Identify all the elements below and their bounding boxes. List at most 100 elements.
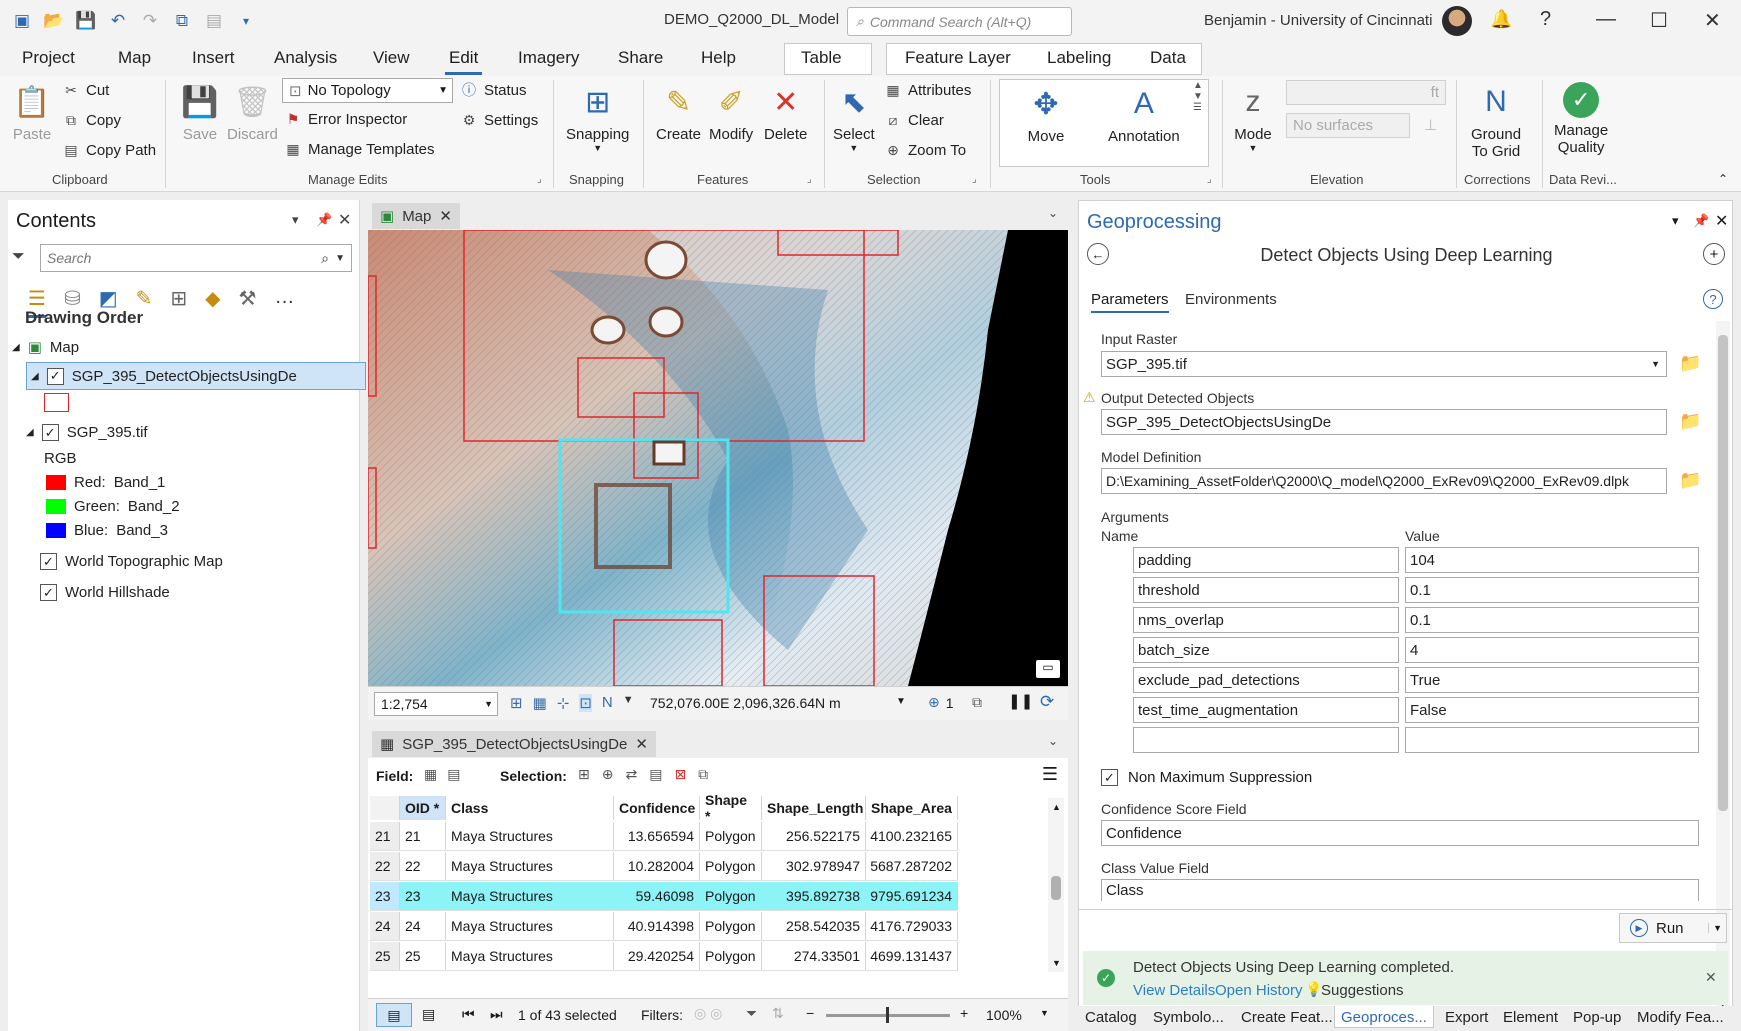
tab-popup[interactable]: Pop-up	[1573, 1009, 1621, 1026]
tree-layer-raster[interactable]: ◢ ✓ SGP_395.tif	[26, 424, 148, 441]
map-tab[interactable]: ▣ Map ✕	[372, 203, 460, 229]
contents-search-input[interactable]: Search ⌕ ▼	[40, 244, 352, 272]
tab-view[interactable]: View	[373, 48, 410, 68]
arg-value[interactable]: False	[1405, 697, 1699, 723]
close-icon[interactable]: ✕	[439, 207, 452, 225]
perspective-view-icon[interactable]: ⚒	[239, 286, 257, 318]
nms-checkbox[interactable]: ✓	[1101, 769, 1118, 786]
undo-icon[interactable]: ↶	[104, 7, 132, 35]
tab-environments[interactable]: Environments	[1185, 291, 1277, 308]
scroll-down-icon[interactable]: ▼	[1052, 958, 1061, 968]
zoom-slider-thumb[interactable]	[886, 1007, 889, 1023]
add-field-icon[interactable]: ▦	[424, 766, 437, 783]
north-icon[interactable]: N	[602, 694, 613, 712]
paste-icon[interactable]: ▤	[200, 7, 228, 35]
save-icon[interactable]: 💾	[72, 7, 100, 35]
elevation-tool-icon[interactable]: ⊥	[1424, 116, 1437, 134]
launcher-icon[interactable]: ⌟	[972, 174, 977, 185]
settings-button[interactable]: ⚙ Settings	[460, 111, 538, 129]
avatar[interactable]	[1442, 6, 1472, 36]
scroll-thumb[interactable]	[1051, 876, 1061, 900]
redo-icon[interactable]: ↷	[136, 7, 164, 35]
tab-parameters[interactable]: Parameters	[1091, 291, 1169, 313]
scale-dropdown[interactable]: 1:2,754 ▼	[374, 692, 498, 716]
notification-icon[interactable]: 🔔	[1490, 9, 1512, 30]
layer-visibility-checkbox[interactable]: ✓	[41, 424, 59, 441]
save-edits-button[interactable]: 💾 Save	[180, 82, 220, 144]
arg-name[interactable]: threshold	[1133, 577, 1399, 603]
map-overview-icon[interactable]: ▭	[1036, 660, 1060, 678]
zoom-out-icon[interactable]: −	[806, 1005, 814, 1021]
tab-element[interactable]: Element	[1503, 1009, 1558, 1026]
table-row[interactable]: 21 21 Maya Structures 13.656594 Polygon …	[370, 822, 958, 851]
manage-quality-button[interactable]: ✓ Manage Quality	[1554, 82, 1608, 156]
output-field[interactable]: SGP_395_DetectObjectsUsingDe	[1101, 409, 1667, 435]
chevron-down-icon[interactable]: ▼	[896, 696, 906, 707]
manage-templates-button[interactable]: ▦ Manage Templates	[284, 140, 434, 158]
params-scrollbar[interactable]: ⌄	[1716, 321, 1730, 1011]
select-button[interactable]: ⬉ Select ▼	[833, 82, 875, 154]
tree-basemap-hillshade[interactable]: ✓ World Hillshade	[40, 584, 170, 601]
search-icon[interactable]: ⌕	[321, 250, 329, 267]
surfaces-dropdown[interactable]: No surfaces	[1286, 113, 1410, 138]
table-row-selected[interactable]: 23 23 Maya Structures 59.46098 Polygon 3…	[370, 882, 958, 911]
table-row[interactable]: 24 24 Maya Structures 40.914398 Polygon …	[370, 912, 958, 941]
clear-selection-icon[interactable]: ▤	[649, 766, 662, 783]
move-button[interactable]: ✥ Move	[1026, 84, 1066, 146]
col-oid[interactable]: OID *	[400, 796, 446, 820]
cut-button[interactable]: ✂ Cut	[62, 81, 109, 99]
arg-value[interactable]: 4	[1405, 637, 1699, 663]
arg-name[interactable]: exclude_pad_detections	[1133, 667, 1399, 693]
more-icon[interactable]: …	[274, 286, 294, 318]
folder-icon[interactable]: 📁	[1679, 353, 1701, 374]
table-tab[interactable]: ▦ SGP_395_DetectObjectsUsingDe ✕	[372, 731, 656, 757]
tab-help[interactable]: Help	[701, 48, 736, 68]
arg-name[interactable]: padding	[1133, 547, 1399, 573]
arg-value[interactable]: 0.1	[1405, 577, 1699, 603]
collapse-icon[interactable]: ◢	[31, 371, 39, 382]
open-icon[interactable]: 📂	[40, 7, 68, 35]
arg-value[interactable]: True	[1405, 667, 1699, 693]
tab-geoprocessing[interactable]: Geoproces...	[1334, 1006, 1434, 1028]
tab-data[interactable]: Data	[1150, 48, 1186, 68]
confidence-field-input[interactable]: Confidence	[1101, 820, 1699, 846]
dismiss-icon[interactable]: ✕	[1705, 969, 1717, 986]
suggestions-link[interactable]: Suggestions	[1321, 982, 1404, 999]
collapse-icon[interactable]: ◢	[26, 427, 34, 438]
pin-icon[interactable]: 📌	[316, 212, 332, 228]
paste-button[interactable]: 📋 Paste	[12, 82, 52, 144]
col-shape-length[interactable]: Shape_Length	[762, 796, 866, 820]
ground-to-grid-button[interactable]: N Ground To Grid	[1471, 82, 1521, 160]
close-icon[interactable]: ✕	[1704, 8, 1721, 33]
input-raster-field[interactable]: SGP_395.tif ▼	[1101, 351, 1667, 377]
tab-modify-features[interactable]: Modify Fea...	[1637, 1009, 1724, 1026]
show-selected-records-icon[interactable]: ▤	[422, 1006, 435, 1023]
tree-basemap-topo[interactable]: ✓ World Topographic Map	[40, 553, 223, 570]
close-icon[interactable]: ✕	[635, 735, 648, 753]
layer-visibility-checkbox[interactable]: ✓	[40, 584, 57, 601]
first-record-icon[interactable]: ⏮	[462, 1006, 475, 1023]
delete-button[interactable]: ✕ Delete	[764, 82, 807, 144]
elevation-value-field[interactable]: ft	[1286, 80, 1446, 105]
table-scrollbar[interactable]: ▲ ▼	[1048, 798, 1064, 972]
row-header-corner[interactable]	[370, 796, 400, 820]
col-class[interactable]: Class	[446, 796, 614, 820]
show-all-records-icon[interactable]: ▤	[376, 1003, 412, 1027]
tab-table[interactable]: Table	[801, 48, 842, 68]
layer-visibility-checkbox[interactable]: ✓	[40, 553, 57, 570]
constraints-icon[interactable]: ⊹	[557, 694, 570, 712]
tab-create-features[interactable]: Create Feat...	[1241, 1009, 1333, 1026]
chevron-down-icon[interactable]: ⌄	[1048, 734, 1058, 748]
refresh-icon[interactable]: ⟳	[1040, 692, 1054, 712]
band-red[interactable]: Red: Band_1	[46, 474, 165, 491]
filter-selection-icon[interactable]: ⏷	[746, 1005, 757, 1022]
tab-analysis[interactable]: Analysis	[274, 48, 337, 68]
model-definition-field[interactable]: D:\Examining_AssetFolder\Q2000\Q_model\Q…	[1101, 468, 1667, 494]
add-icon[interactable]: +	[1703, 243, 1725, 265]
pause-drawing-icon[interactable]: ❚❚	[1008, 692, 1033, 710]
tab-edit[interactable]: Edit	[444, 48, 483, 75]
close-pane-icon[interactable]: ✕	[338, 210, 351, 230]
filter-icon[interactable]: ⏷	[12, 248, 25, 266]
chevron-down-icon[interactable]: ▼	[623, 694, 634, 712]
copy-button[interactable]: ⧉ Copy	[62, 111, 121, 129]
